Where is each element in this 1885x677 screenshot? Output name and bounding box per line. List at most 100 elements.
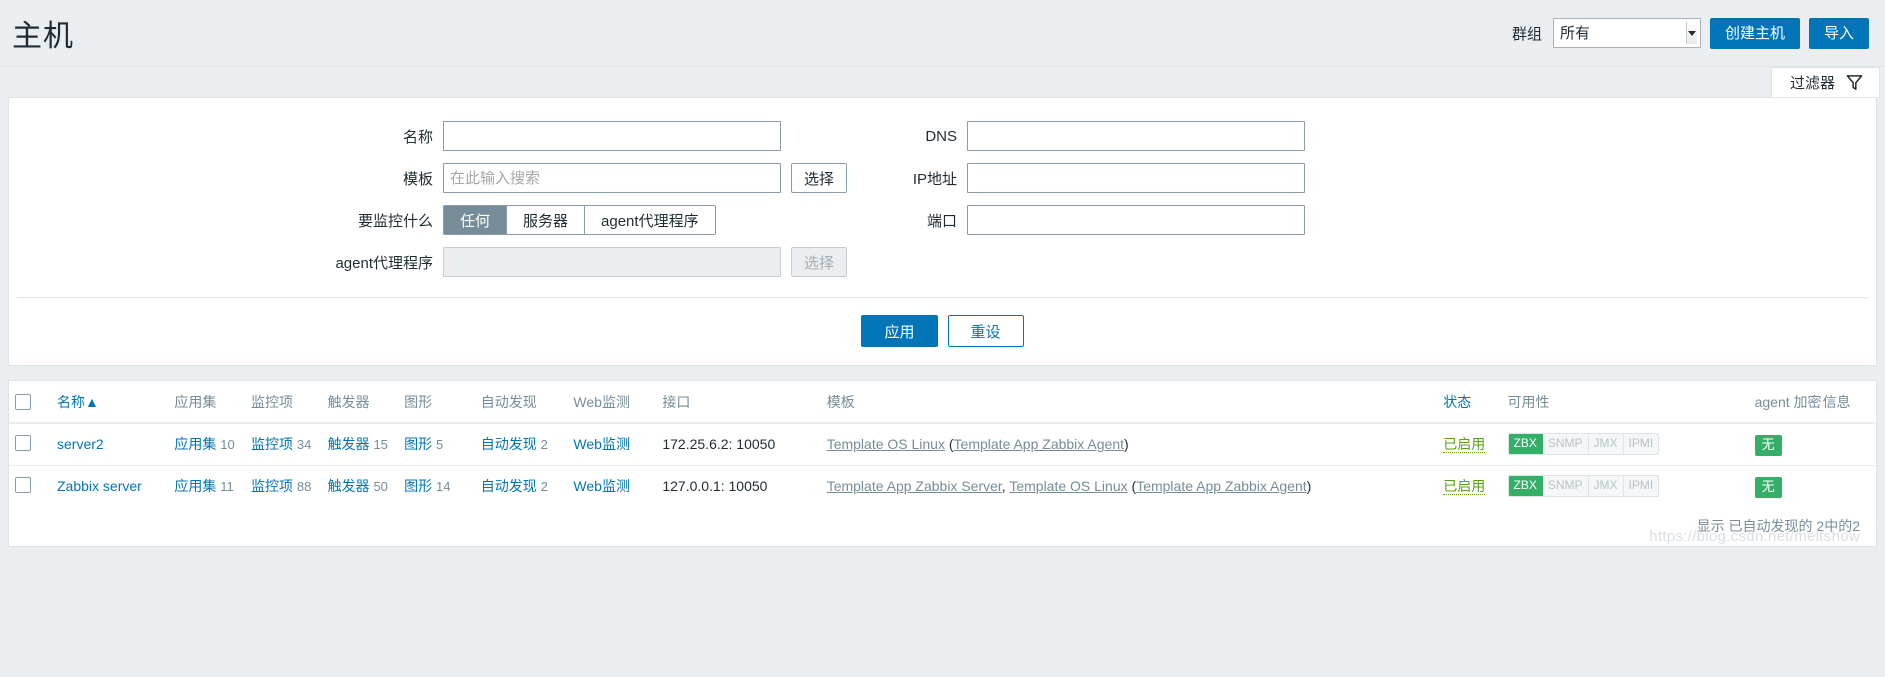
column-header-templates: 模板 [820,381,1438,424]
web-link[interactable]: Web监测 [573,436,630,452]
group-filter-label: 群组 [1511,25,1542,43]
filter-row-proxy: agent代理程序 选择 [9,246,869,278]
items-link[interactable]: 监控项 [251,436,293,452]
graphs-count: 14 [436,479,451,494]
template-link[interactable]: Template App Zabbix Server [827,478,1002,494]
monitored-by-option-proxy[interactable]: agent代理程序 [585,206,715,234]
applications-cell: 应用集 10 [168,423,245,466]
column-header-status[interactable]: 状态 [1437,381,1502,424]
port-label: 端口 [926,212,957,230]
port-input[interactable] [967,205,1305,235]
availability-badge-snmp: SNMP [1542,476,1589,496]
row-select-cell [9,466,51,508]
template-separator: ) [1306,478,1312,494]
availability-badge-ipmi: IPMI [1623,476,1659,496]
graphs-link[interactable]: 图形 [404,436,432,452]
status-link[interactable]: 已启用 [1443,478,1486,495]
discovery-cell: 自动发现 2 [475,466,568,508]
availability-badge-jmx: JMX [1588,476,1624,496]
status-cell: 已启用 [1437,423,1502,466]
ip-address-label: IP地址 [912,170,957,188]
applications-link[interactable]: 应用集 [174,436,216,452]
name-label: 名称 [402,128,433,146]
results-summary: 显示 已自动发现的 2中的2 [1696,518,1860,534]
filter-row-port: 端口 [869,204,1509,236]
interface-cell: 127.0.0.1: 10050 [662,478,768,494]
status-cell: 已启用 [1437,466,1501,508]
table-header-row: 名称▲ 应用集 监控项 触发器 图形 自动发现 Web监测 接口 模板 状态 可… [9,381,1876,424]
availability-badges: ZBX SNMP JMX IPMI [1507,475,1660,497]
monitored-by-option-server[interactable]: 服务器 [507,206,586,234]
header-actions: 群组 所有 创建主机 导入 [1511,17,1869,49]
table-row: Zabbix server 应用集 11 监控项 88 触发器 50 图形 14… [9,466,1876,508]
filter-row-dns: DNS [869,120,1509,152]
ip-address-input[interactable] [967,163,1305,193]
group-select[interactable]: 所有 [1552,18,1701,48]
templates-cell: Template OS Linux (Template App Zabbix A… [820,423,1438,466]
applications-count: 10 [220,437,235,452]
discovery-count: 2 [540,437,548,452]
availability-badge-ipmi: IPMI [1623,434,1659,454]
apply-button[interactable]: 应用 [861,315,938,347]
template-link[interactable]: Template App Zabbix Agent [954,436,1124,452]
template-label: 模板 [402,170,433,188]
availability-badge-zbx: ZBX [1508,434,1543,454]
template-link[interactable]: Template App Zabbix Agent [1136,478,1306,494]
column-header-triggers: 触发器 [321,381,399,424]
proxy-input [443,247,781,277]
template-select-button[interactable]: 选择 [791,163,847,193]
filter-tab-label: 过滤器 [1789,75,1835,92]
discovery-link[interactable]: 自动发现 [481,478,537,494]
availability-cell: ZBX SNMP JMX IPMI [1502,466,1749,508]
proxy-label: agent代理程序 [335,254,433,272]
template-separator: ) [1124,436,1129,452]
availability-badge-zbx: ZBX [1508,476,1543,496]
template-input[interactable] [443,163,781,193]
group-select-wrapper[interactable]: 所有 [1552,18,1701,48]
select-all-header [9,381,51,424]
discovery-cell: 自动发现 2 [474,423,568,466]
monitored-by-segmented-control: 任何 服务器 agent代理程序 [443,205,716,235]
tab-filter[interactable]: 过滤器 [1770,67,1880,97]
column-header-items: 监控项 [244,381,322,424]
encryption-cell: 无 [1748,423,1817,466]
info-cell [1817,466,1876,508]
triggers-cell: 触发器 50 [322,466,399,508]
table-footer: 显示 已自动发现的 2中的2 https://blog.csdn.net/mel… [9,507,1876,546]
create-host-button[interactable]: 创建主机 [1709,17,1800,49]
row-checkbox[interactable] [15,477,31,493]
templates-cell: Template App Zabbix Server, Template OS … [821,466,1438,508]
graphs-link[interactable]: 图形 [404,478,432,494]
funnel-icon [1846,75,1863,91]
import-button[interactable]: 导入 [1808,17,1869,49]
discovery-link[interactable]: 自动发现 [481,436,537,452]
triggers-link[interactable]: 触发器 [328,436,370,452]
items-cell: 监控项 34 [244,423,322,466]
dns-label: DNS [925,127,957,145]
host-name-link[interactable]: Zabbix server [57,478,142,494]
row-select-cell [9,423,51,466]
web-cell: Web监测 [567,423,657,466]
select-all-checkbox[interactable] [15,394,31,410]
reset-button[interactable]: 重设 [947,315,1024,347]
triggers-link[interactable]: 触发器 [328,478,370,494]
monitored-by-label: 要监控什么 [357,212,433,230]
items-count: 88 [296,479,312,494]
applications-link[interactable]: 应用集 [174,478,216,494]
items-link[interactable]: 监控项 [251,478,293,494]
graphs-cell: 图形 5 [398,423,475,466]
monitored-by-option-any[interactable]: 任何 [444,206,508,234]
dns-input[interactable] [967,121,1305,151]
web-link[interactable]: Web监测 [573,478,630,494]
name-input[interactable] [443,121,781,151]
status-link[interactable]: 已启用 [1443,436,1486,453]
column-header-web: Web监测 [567,381,657,424]
hosts-table-container: 名称▲ 应用集 监控项 触发器 图形 自动发现 Web监测 接口 模板 状态 可… [8,380,1877,547]
column-header-name[interactable]: 名称▲ [51,381,169,424]
template-link[interactable]: Template OS Linux [1009,478,1127,494]
row-checkbox[interactable] [15,435,31,451]
host-name-link[interactable]: server2 [57,436,104,452]
availability-cell: ZBX SNMP JMX IPMI [1501,423,1749,466]
filter-columns: 名称 模板 选择 要监控什么 任何 服务器 agent代理程序 [9,120,1876,278]
template-link[interactable]: Template OS Linux [827,436,945,452]
